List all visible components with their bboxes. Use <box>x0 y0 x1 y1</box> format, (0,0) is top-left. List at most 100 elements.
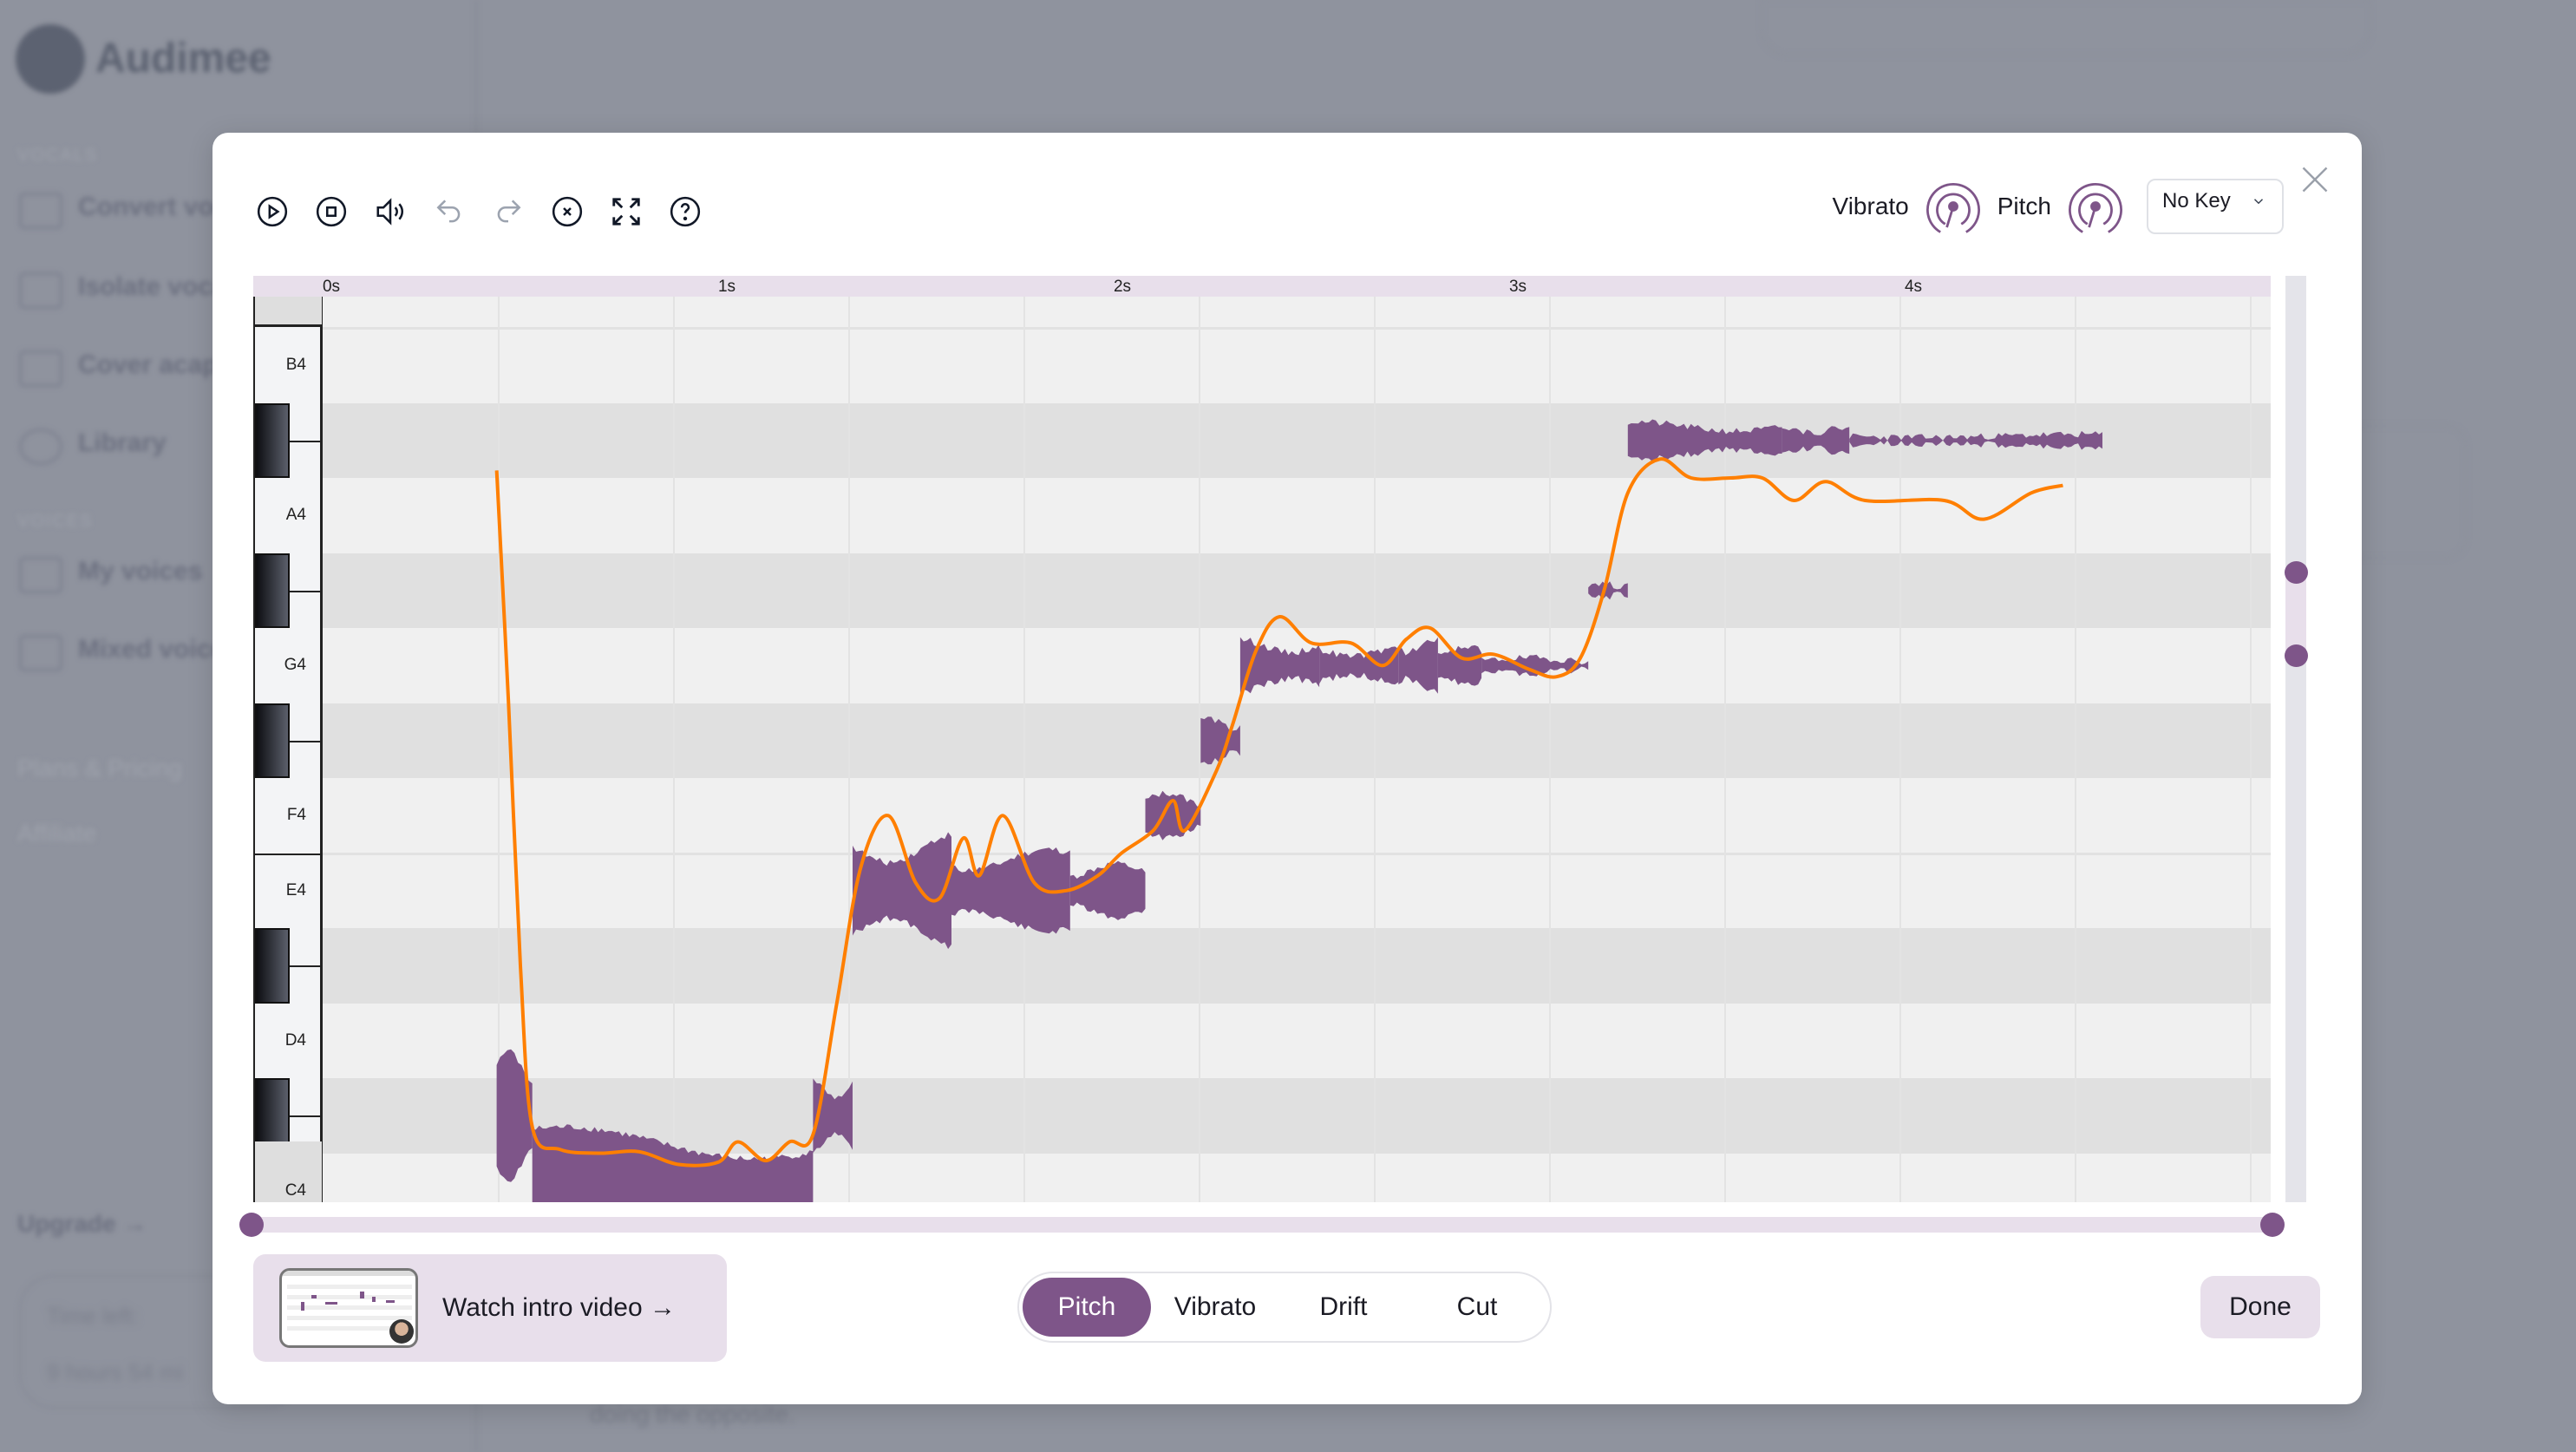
piano-key-divider <box>290 1115 322 1118</box>
reset-button[interactable] <box>551 195 584 228</box>
tab-pitch[interactable]: Pitch <box>1023 1278 1151 1337</box>
app-logo-icon <box>16 24 85 94</box>
note-grid[interactable] <box>323 297 2271 1202</box>
piano-key-label: F4 <box>286 806 306 825</box>
time-ruler[interactable]: 0s 1s 2s 3s 4s <box>253 276 2271 297</box>
key-select[interactable]: No Key <box>2147 179 2284 234</box>
piano-keyboard[interactable]: B4 A4 G4 F4 E4 D4 C4 <box>253 297 323 1202</box>
piano-key-black[interactable] <box>255 703 290 778</box>
scissors-icon <box>19 272 62 309</box>
sidebar-link-pricing: Plans & Pricing <box>17 755 182 782</box>
sidebar-link-affiliate: Affiliate <box>17 820 97 847</box>
sidebar-item-my-voices: My voices <box>78 557 203 585</box>
undo-icon <box>436 199 461 223</box>
presenter-avatar <box>389 1319 414 1344</box>
chevron-down-icon <box>2253 199 2264 205</box>
redo-button[interactable] <box>492 195 525 228</box>
tab-vibrato[interactable]: Vibrato <box>1151 1278 1279 1337</box>
heart-icon <box>19 428 62 465</box>
piano-key-black[interactable] <box>255 928 290 1004</box>
piano-key-black[interactable] <box>255 553 290 628</box>
piano-key-label: B4 <box>285 356 306 375</box>
stop-icon <box>316 196 347 227</box>
vertical-zoom-handle-top[interactable] <box>2285 560 2308 584</box>
waveform-segment[interactable] <box>1782 426 1850 455</box>
sidebar-section-voices: VOICES <box>17 512 94 531</box>
expand-icon <box>612 198 640 226</box>
pitch-editor: 0s 1s 2s 3s 4s B4 A4 G4 F4 E4 D4 C4 <box>253 276 2271 1202</box>
pitch-toggle-label: Pitch <box>1997 193 2051 219</box>
sidebar-upgrade: Upgrade → <box>17 1210 147 1237</box>
piano-key-divider <box>290 590 322 592</box>
vibrato-toggle-icon[interactable] <box>1921 174 1985 239</box>
video-thumbnail <box>279 1268 418 1348</box>
ruler-tick-label: 3s <box>1508 278 1527 296</box>
redo-icon <box>497 199 521 223</box>
close-icon[interactable] <box>2299 164 2331 195</box>
piano-key-label: G4 <box>284 656 306 675</box>
vertical-zoom-range[interactable] <box>2285 572 2306 656</box>
play-button[interactable] <box>256 195 289 228</box>
waveform-segment[interactable] <box>1849 430 2102 450</box>
editor-toolbar <box>256 195 702 228</box>
volume-icon <box>376 198 403 226</box>
edit-mode-tabs: Pitch Vibrato Drift Cut <box>1017 1272 1552 1343</box>
piano-key-top <box>255 297 322 327</box>
horizontal-zoom-handle-end[interactable] <box>2260 1213 2285 1237</box>
volume-button[interactable] <box>374 195 407 228</box>
horizontal-zoom-handle-start[interactable] <box>239 1213 264 1237</box>
waveform-segment[interactable] <box>1069 860 1146 920</box>
background-text: doing the opposite. <box>590 1401 795 1428</box>
piano-key-label: E4 <box>285 880 306 899</box>
fullscreen-button[interactable] <box>610 195 643 228</box>
music-note-icon <box>19 193 62 229</box>
key-select-value: No Key <box>2162 189 2231 213</box>
piano-key-divider <box>290 965 322 968</box>
watch-intro-video-button[interactable]: Watch intro video → <box>253 1254 727 1362</box>
play-icon <box>257 196 288 227</box>
ruler-tick-label: 1s <box>717 278 736 296</box>
piano-key-label: D4 <box>284 1030 306 1050</box>
display-toggles: Vibrato Pitch No Key <box>1833 174 2284 239</box>
pitch-toggle-icon[interactable] <box>2063 174 2128 239</box>
pitch-plot[interactable] <box>323 297 2271 1202</box>
piano-key-divider <box>255 853 322 855</box>
help-icon <box>670 196 701 227</box>
done-button[interactable]: Done <box>2200 1276 2320 1338</box>
waveform-segment[interactable] <box>1437 644 1482 686</box>
intro-video-label: Watch intro video → <box>442 1293 676 1322</box>
pitch-curve[interactable] <box>494 457 2063 1167</box>
ruler-tick-label: 2s <box>1113 278 1132 296</box>
waveform-segment[interactable] <box>1588 581 1628 600</box>
vibrato-toggle-label: Vibrato <box>1832 193 1909 219</box>
ruler-tick-label: 4s <box>1904 278 1923 296</box>
cover-icon <box>19 350 62 387</box>
time-left-label: Time left: <box>47 1303 139 1329</box>
sidebar-item-library: Library <box>78 428 167 457</box>
voices-icon <box>19 557 62 593</box>
background-card <box>1761 0 2371 56</box>
close-circle-icon <box>552 196 583 227</box>
vertical-zoom-scrollbar[interactable] <box>2285 276 2308 1202</box>
piano-key-label: C4 <box>284 1181 306 1200</box>
vertical-zoom-handle-bottom[interactable] <box>2285 644 2308 667</box>
tab-drift[interactable]: Drift <box>1279 1278 1408 1337</box>
waveform-segment[interactable] <box>1398 637 1438 694</box>
help-button[interactable] <box>669 195 702 228</box>
waveform-segment[interactable] <box>1627 419 1782 462</box>
piano-key-label: A4 <box>285 506 306 525</box>
pitch-editor-modal: Vibrato Pitch No Key 0s 1s 2s 3s 4s B4 A4 G4 F4… <box>212 133 2362 1404</box>
piano-key-black[interactable] <box>255 402 290 478</box>
waveform-segment[interactable] <box>1145 790 1201 840</box>
stop-button[interactable] <box>315 195 348 228</box>
ruler-tick-label: 0s <box>322 278 341 296</box>
piano-key-divider <box>290 440 322 442</box>
app-brand: Audimee <box>95 36 271 82</box>
mix-icon <box>19 635 62 671</box>
undo-button[interactable] <box>433 195 466 228</box>
time-left-value: 9 hours 54 mi <box>47 1359 184 1385</box>
sidebar-section-vocals: VOCALS <box>17 146 99 165</box>
piano-key-divider <box>290 740 322 742</box>
tab-cut[interactable]: Cut <box>1408 1278 1546 1337</box>
horizontal-zoom-scrollbar[interactable] <box>239 1213 2285 1237</box>
